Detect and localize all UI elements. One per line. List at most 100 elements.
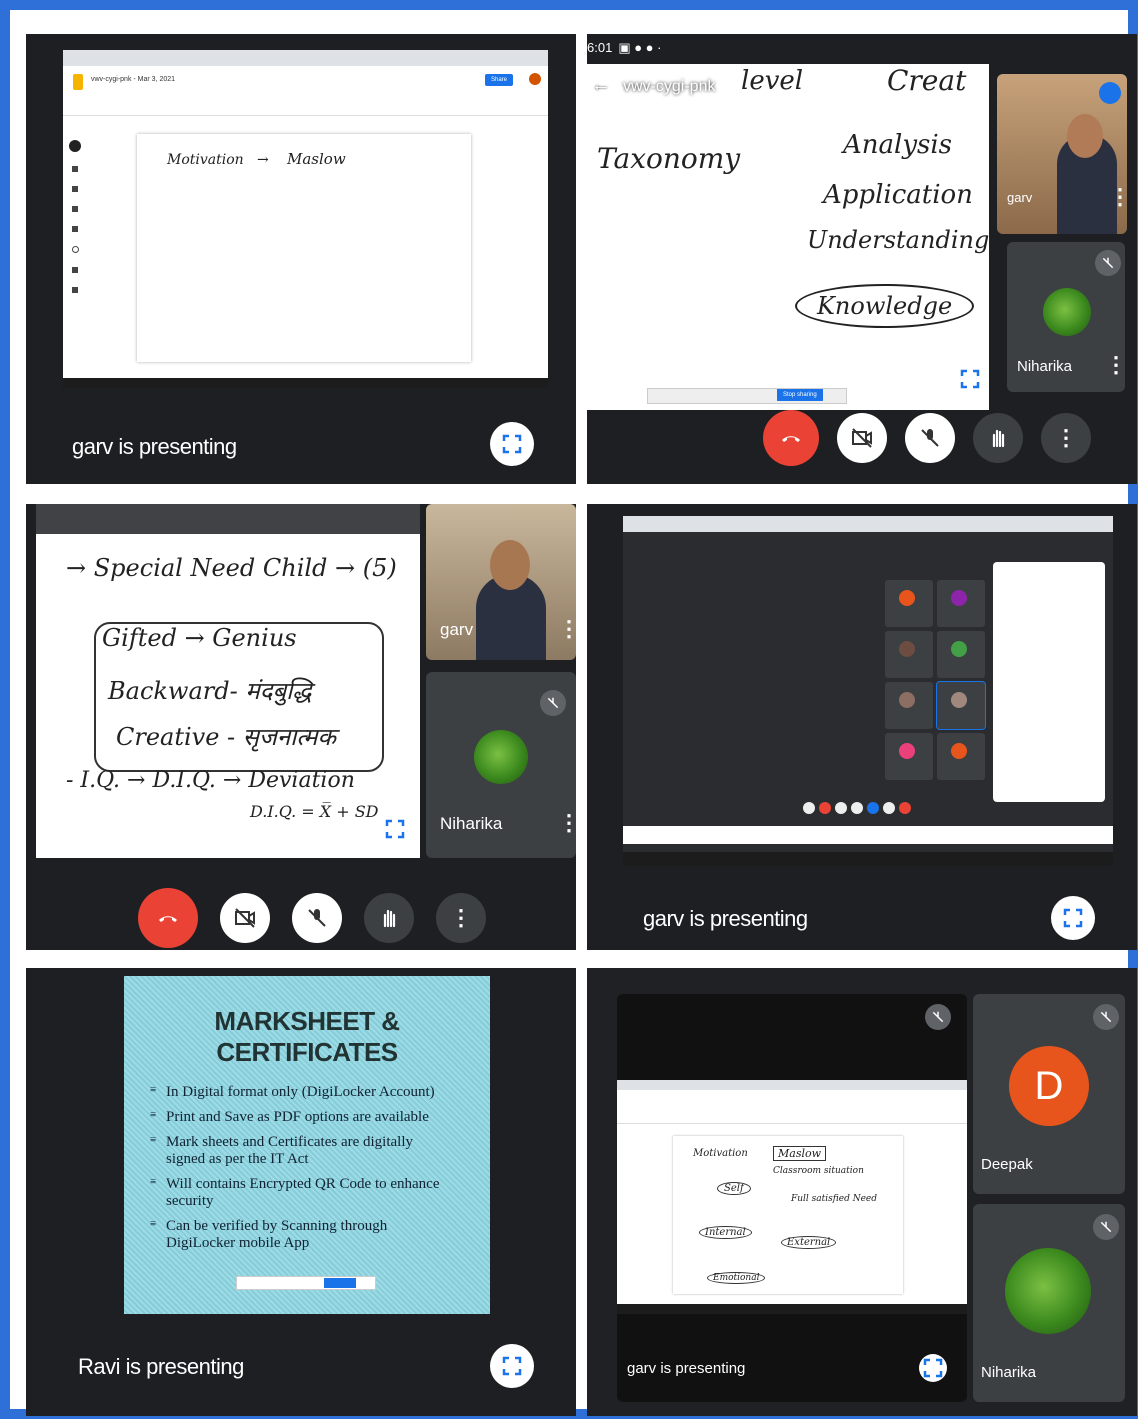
whiteboard-word: Classroom situation bbox=[773, 1166, 864, 1176]
more-options-icon[interactable]: ⋮ bbox=[1109, 186, 1127, 208]
participant-name: Niharika bbox=[981, 1364, 1037, 1381]
fullscreen-icon bbox=[502, 1356, 522, 1376]
tile-garv-presenting-2: garv is presenting bbox=[587, 504, 1137, 950]
participant-tile-niharika: Niharika ⋮ bbox=[426, 672, 576, 858]
stop-sharing-button[interactable] bbox=[324, 1278, 356, 1288]
share-button[interactable]: Share bbox=[485, 74, 514, 86]
browser-chrome bbox=[63, 50, 548, 66]
mic-indicator-icon bbox=[1099, 82, 1121, 104]
whiteboard-arrow: → bbox=[257, 152, 269, 168]
presentation-slide: MARKSHEET & CERTIFICATES In Digital form… bbox=[124, 976, 490, 1314]
mic-off-icon bbox=[308, 909, 326, 927]
tile-garv-presenting-1: vwv-cygi-pnk - Mar 3, 2021 Share Motivat… bbox=[26, 34, 576, 484]
presenter-tile: Motivation Maslow Classroom situation Se… bbox=[617, 994, 967, 1402]
presenting-label: garv is presenting bbox=[627, 1360, 746, 1377]
mic-off-icon bbox=[1095, 250, 1121, 276]
whiteboard-line: Gifted → Genius bbox=[102, 624, 297, 652]
whiteboard-canvas[interactable]: Motivation Maslow Classroom situation Se… bbox=[673, 1136, 903, 1294]
jamboard-header bbox=[617, 1090, 967, 1124]
browser-chrome bbox=[617, 1080, 967, 1090]
eraser-icon[interactable] bbox=[72, 166, 78, 172]
more-options-icon: ⋮ bbox=[450, 905, 472, 930]
whiteboard-word: Application bbox=[823, 180, 973, 210]
jamboard-strip bbox=[623, 826, 1113, 844]
laser-icon[interactable] bbox=[72, 287, 78, 293]
participant-tile-niharika: Niharika ⋮ bbox=[1007, 242, 1125, 392]
mic-off-button[interactable] bbox=[292, 893, 342, 943]
participant-avatar bbox=[1005, 1248, 1091, 1334]
presenting-label: garv is presenting bbox=[72, 434, 237, 459]
raise-hand-button[interactable] bbox=[973, 413, 1023, 463]
fullscreen-button[interactable] bbox=[955, 364, 985, 394]
participant-thumb bbox=[885, 733, 933, 780]
call-controls: ⋮ bbox=[138, 888, 486, 948]
jamboard-header bbox=[36, 504, 420, 534]
whiteboard-word: Taxonomy bbox=[597, 142, 741, 175]
avatar bbox=[529, 73, 541, 85]
whiteboard-word: Understanding bbox=[807, 226, 989, 254]
image-icon[interactable] bbox=[72, 226, 78, 232]
participant-tile-garv: garv ⋮ bbox=[997, 74, 1127, 234]
participant-tile-garv: garv ⋮ bbox=[426, 504, 576, 660]
back-arrow-icon[interactable]: ← bbox=[591, 74, 611, 97]
more-options-icon[interactable]: ⋮ bbox=[558, 618, 576, 640]
select-icon[interactable] bbox=[72, 186, 78, 192]
end-call-icon bbox=[782, 436, 800, 442]
participant-avatar bbox=[1043, 288, 1091, 336]
participant-face bbox=[1067, 114, 1103, 158]
whiteboard-word: Analysis bbox=[843, 130, 953, 160]
whiteboard-line: Creative - सृजनात्मक bbox=[116, 723, 336, 751]
whiteboard-word: Emotional bbox=[707, 1272, 766, 1284]
camera-off-button[interactable] bbox=[220, 893, 270, 943]
whiteboard-word: Creat bbox=[887, 64, 967, 97]
pen-icon[interactable] bbox=[69, 140, 81, 152]
stop-sharing-button[interactable]: Stop sharing bbox=[777, 389, 823, 401]
whiteboard-word: Full satisfied Need bbox=[791, 1194, 877, 1204]
fullscreen-button[interactable] bbox=[490, 1344, 534, 1388]
status-bar: 6:01 ▣ ● ● · bbox=[587, 40, 661, 56]
slide-bullet: Mark sheets and Certificates are digital… bbox=[150, 1134, 450, 1168]
fullscreen-button[interactable] bbox=[919, 1354, 947, 1382]
mic-off-button[interactable] bbox=[905, 413, 955, 463]
participant-name: garv bbox=[1007, 190, 1033, 205]
whiteboarding-panel bbox=[993, 562, 1105, 802]
shared-screen: vwv-cygi-pnk - Mar 3, 2021 Share Motivat… bbox=[63, 50, 548, 388]
slide-bullet: In Digital format only (DigiLocker Accou… bbox=[150, 1084, 450, 1101]
taskbar bbox=[617, 1304, 967, 1314]
shared-screen bbox=[623, 516, 1113, 866]
fullscreen-button[interactable] bbox=[490, 422, 534, 466]
shared-screen: Motivation Maslow Classroom situation Se… bbox=[617, 1080, 967, 1314]
whiteboard-word: Knowledge bbox=[795, 284, 975, 328]
fullscreen-icon bbox=[1063, 908, 1083, 928]
raise-hand-button[interactable] bbox=[364, 893, 414, 943]
whiteboard-word: Internal bbox=[699, 1226, 752, 1239]
taskbar bbox=[623, 852, 1113, 866]
tab-title: vwv-cygi-pnk - Mar 3, 2021 bbox=[91, 76, 176, 83]
collage-frame: vwv-cygi-pnk - Mar 3, 2021 Share Motivat… bbox=[0, 0, 1138, 1419]
whiteboard-line: Backward- मंदबुद्धि bbox=[108, 677, 312, 705]
slide-bullets: In Digital format only (DigiLocker Accou… bbox=[150, 1084, 490, 1252]
tool-sidebar bbox=[69, 140, 83, 340]
participant-thumb bbox=[885, 631, 933, 678]
end-call-button[interactable] bbox=[138, 888, 198, 948]
textbox-icon[interactable] bbox=[72, 267, 78, 273]
participant-name: Niharika bbox=[1017, 358, 1073, 375]
circle-icon[interactable] bbox=[72, 246, 79, 253]
fullscreen-button[interactable] bbox=[1051, 896, 1095, 940]
camera-off-button[interactable] bbox=[837, 413, 887, 463]
status-time: 6:01 bbox=[587, 40, 613, 55]
participant-face bbox=[490, 540, 530, 590]
whiteboard-canvas[interactable]: Motivation → Maslow bbox=[137, 134, 471, 362]
status-icons: ▣ ● ● · bbox=[618, 40, 662, 55]
sticky-note-icon[interactable] bbox=[72, 206, 78, 212]
more-options-button[interactable]: ⋮ bbox=[436, 893, 486, 943]
end-call-button[interactable] bbox=[763, 410, 819, 466]
participant-name: Niharika bbox=[440, 814, 503, 833]
more-options-button[interactable]: ⋮ bbox=[1041, 413, 1091, 463]
slide-bullet: Can be verified by Scanning through Digi… bbox=[150, 1218, 450, 1252]
more-options-icon[interactable]: ⋮ bbox=[558, 812, 576, 834]
mic-off-icon bbox=[921, 429, 939, 447]
fullscreen-button[interactable] bbox=[380, 814, 410, 844]
more-options-icon[interactable]: ⋮ bbox=[1105, 354, 1125, 376]
tile-meet-whiteboard: → Special Need Child → (5) Gifted → Geni… bbox=[26, 504, 576, 950]
